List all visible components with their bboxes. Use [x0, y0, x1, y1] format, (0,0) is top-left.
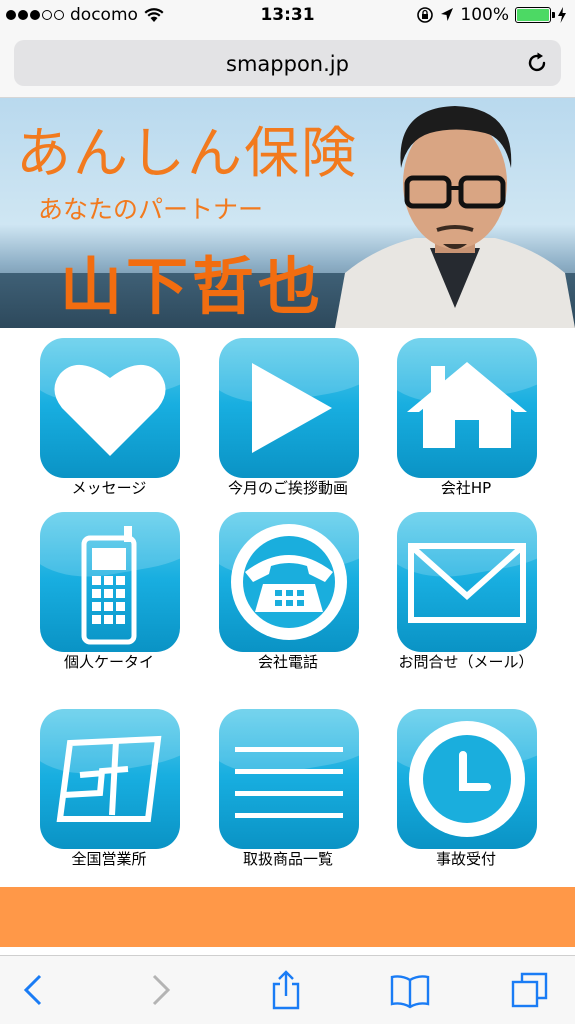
- banner-name: 山下哲也: [60, 250, 325, 323]
- menu-item-label: 個人ケータイ: [63, 653, 154, 671]
- share-icon[interactable]: [266, 970, 306, 1010]
- browser-toolbar: [0, 955, 575, 1024]
- menu-item-label: 取扱商品一覧: [242, 850, 333, 868]
- browser-header: smappon.jp: [0, 32, 575, 98]
- reload-icon[interactable]: [525, 51, 549, 75]
- charging-icon: [558, 7, 566, 23]
- location-arrow-icon: [441, 8, 454, 21]
- forward-button[interactable]: [140, 970, 180, 1010]
- menu-item-label: メッセージ: [71, 479, 147, 497]
- back-button[interactable]: [14, 970, 54, 1010]
- menu-item-label: 事故受付: [435, 850, 496, 868]
- menu-item-label: お問合せ（メール）: [398, 653, 534, 671]
- home-icon[interactable]: [397, 338, 537, 478]
- clock-icon[interactable]: [397, 709, 537, 849]
- menu-item-company-phone[interactable]: 会社電話: [199, 512, 377, 692]
- mobile-phone-icon[interactable]: [40, 512, 180, 652]
- menu-item-message[interactable]: メッセージ: [20, 338, 198, 508]
- rotation-lock-icon: [417, 7, 434, 23]
- bookmarks-button[interactable]: [390, 970, 430, 1010]
- forward-icon[interactable]: [140, 970, 180, 1010]
- menu-item-offices[interactable]: 全国営業所: [20, 709, 198, 879]
- mail-icon[interactable]: [397, 512, 537, 652]
- address-bar[interactable]: smappon.jp: [14, 40, 561, 86]
- play-icon[interactable]: [219, 338, 359, 478]
- tabs-button[interactable]: [510, 970, 550, 1010]
- tabs-icon[interactable]: [510, 970, 550, 1010]
- menu-item-company-hp[interactable]: 会社HP: [377, 338, 555, 508]
- banner-subtitle: あなたのパートナー: [38, 195, 264, 224]
- battery-icon: [515, 7, 555, 23]
- map-icon[interactable]: [40, 709, 180, 849]
- header-banner: あんしん保険 あなたのパートナー 山下哲也: [0, 98, 575, 328]
- footer-bar: [0, 887, 575, 947]
- menu-item-mobile[interactable]: 個人ケータイ: [20, 512, 198, 692]
- bookmarks-icon[interactable]: [390, 970, 430, 1010]
- menu-item-label: 会社HP: [440, 479, 492, 497]
- status-bar: docomo 13:31 100%: [0, 0, 575, 32]
- status-right: 100%: [416, 5, 567, 25]
- menu-item-greeting-video[interactable]: 今月のご挨拶動画: [199, 338, 377, 508]
- agent-portrait: [335, 106, 575, 328]
- menu-item-accident[interactable]: 事故受付: [377, 709, 555, 879]
- menu-item-label: 全国営業所: [71, 850, 147, 868]
- telephone-icon[interactable]: [219, 512, 359, 652]
- menu-item-products[interactable]: 取扱商品一覧: [199, 709, 377, 879]
- menu-item-label: 今月のご挨拶動画: [227, 479, 348, 497]
- menu-item-label: 会社電話: [257, 653, 318, 671]
- menu-item-contact-mail[interactable]: お問合せ（メール）: [377, 512, 555, 692]
- share-button[interactable]: [266, 970, 306, 1010]
- back-icon[interactable]: [14, 970, 54, 1010]
- battery-percent: 100%: [460, 5, 509, 25]
- url-text: smappon.jp: [226, 52, 349, 76]
- list-icon[interactable]: [219, 709, 359, 849]
- banner-title: あんしん保険: [16, 121, 359, 185]
- heart-icon[interactable]: [40, 338, 180, 478]
